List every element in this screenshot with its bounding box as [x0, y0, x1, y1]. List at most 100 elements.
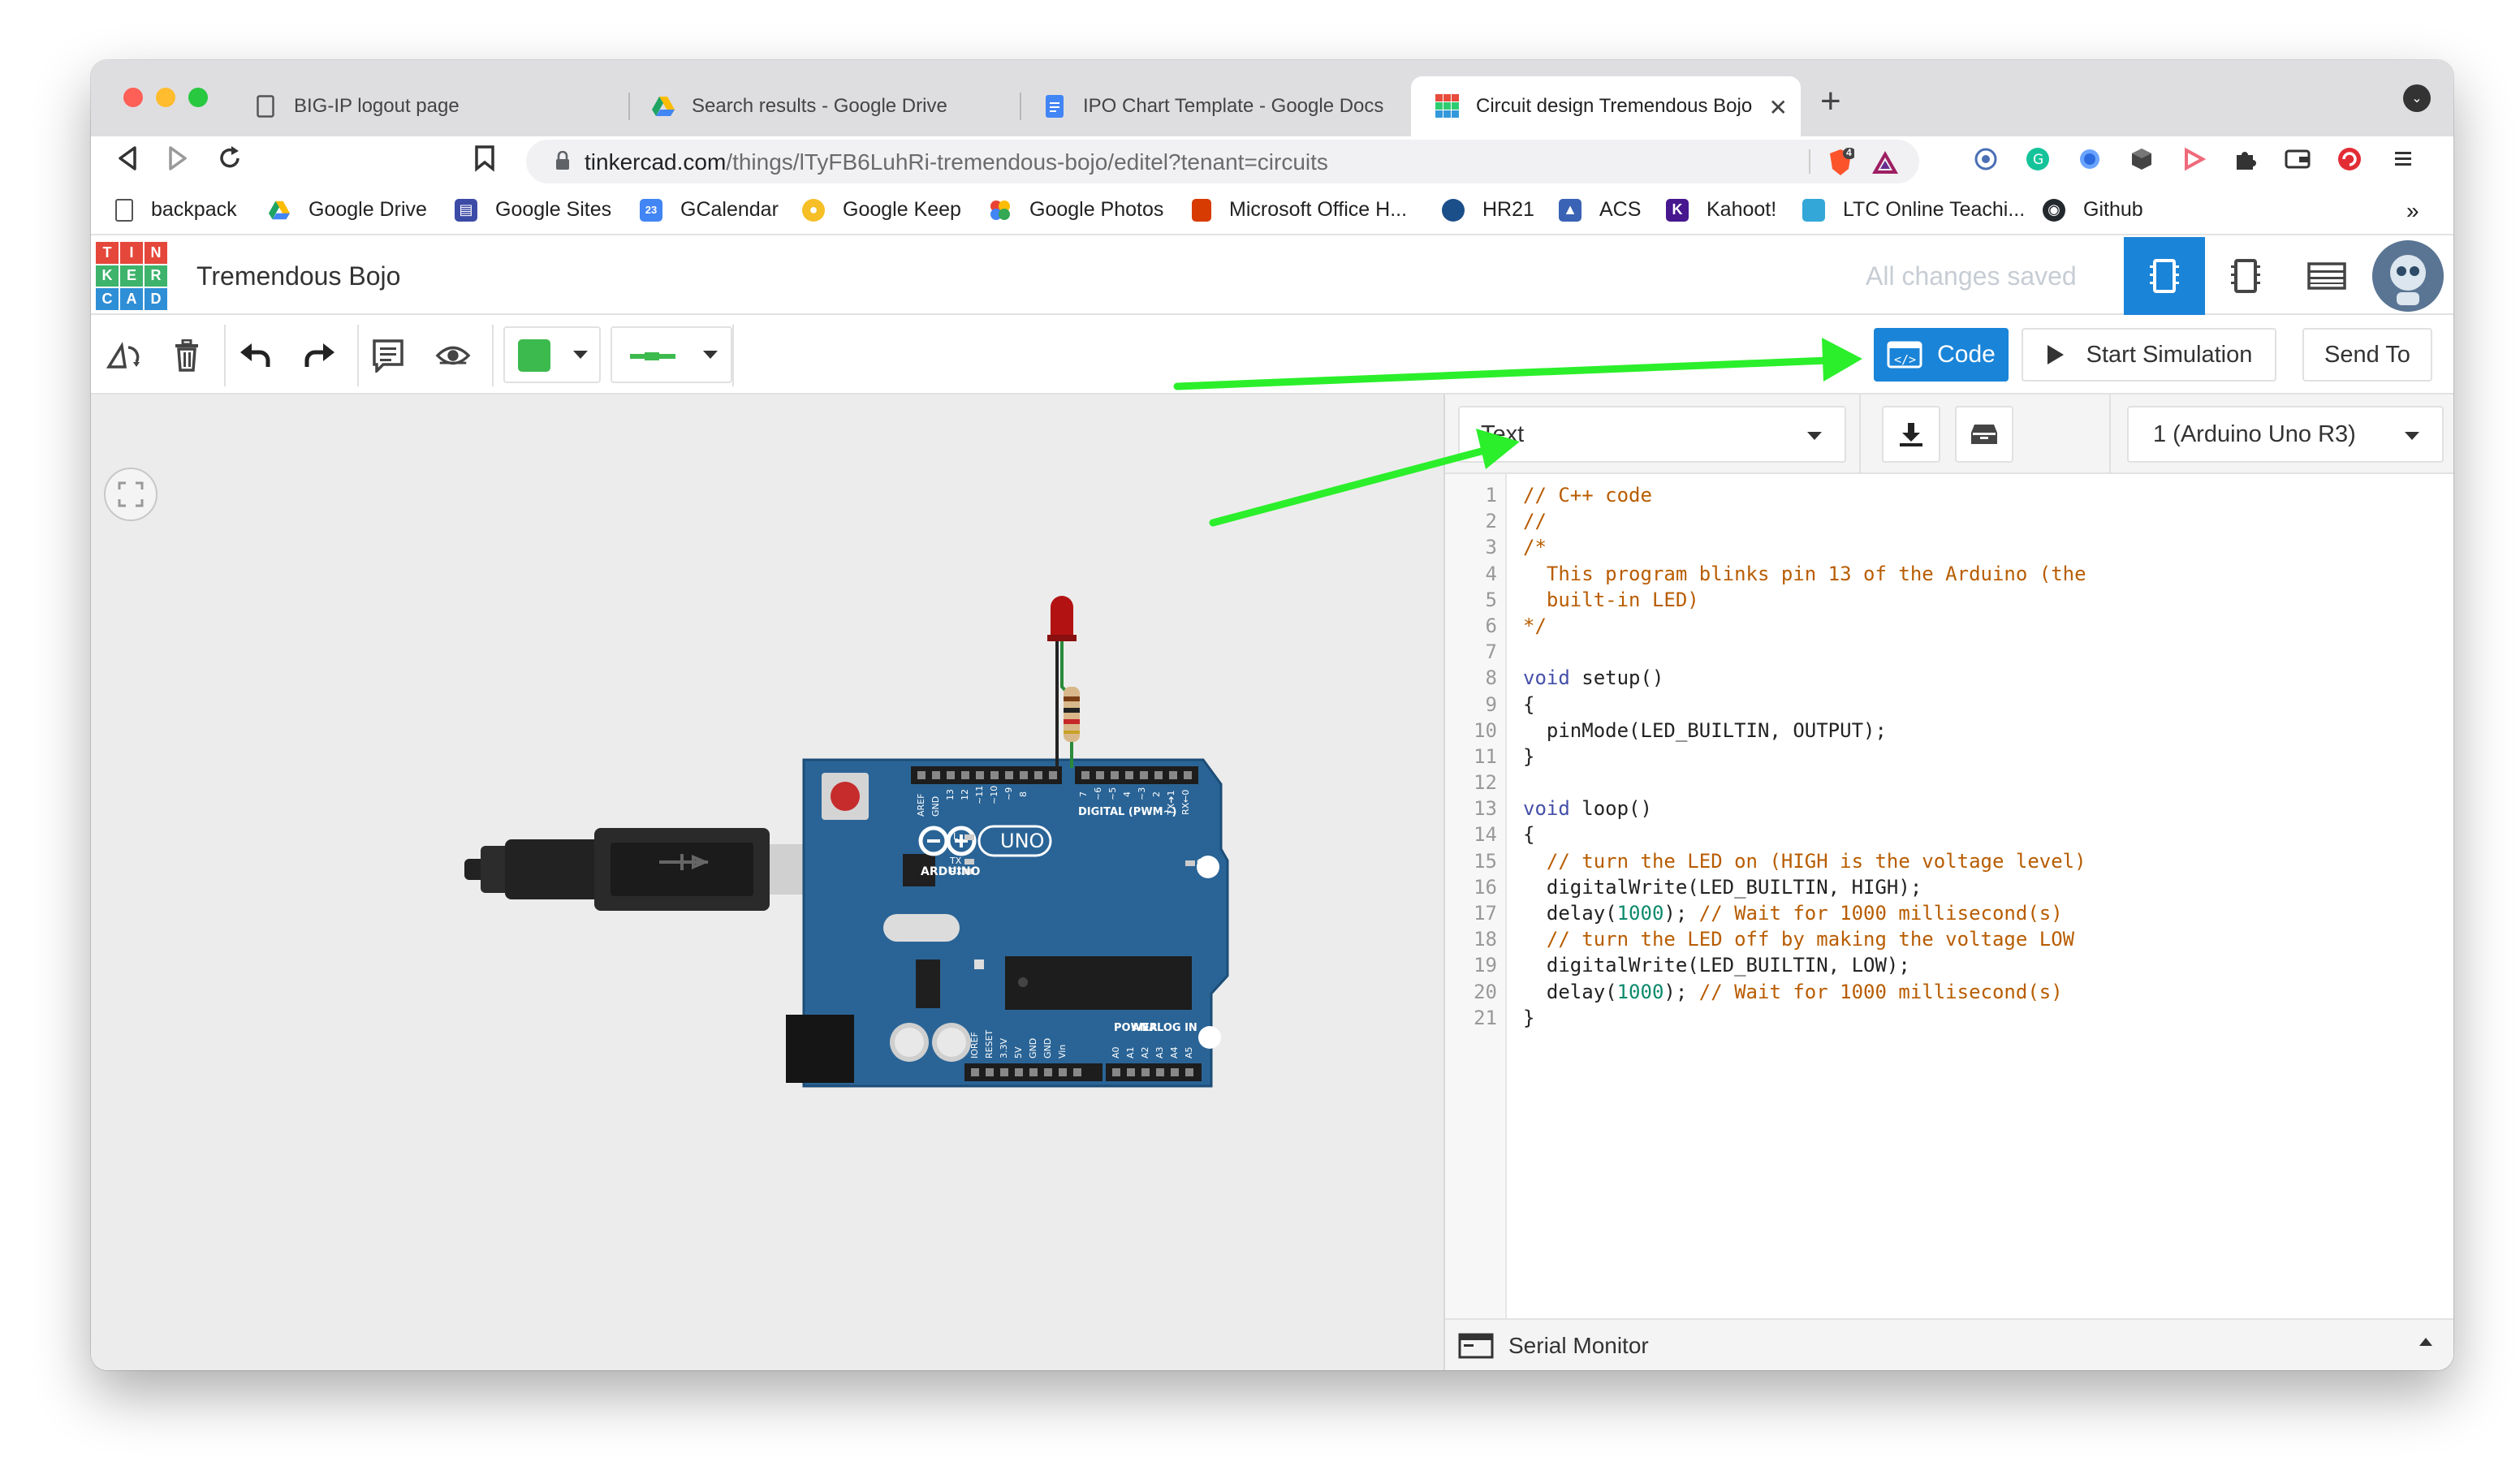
profile-swirl-icon[interactable]: [2335, 144, 2364, 174]
resistor-component[interactable]: [1064, 687, 1080, 742]
component-list-button[interactable]: [2286, 237, 2367, 315]
line-number: 14: [1474, 823, 1497, 847]
delete-trash-icon[interactable]: [169, 338, 205, 373]
url-text: tinkercad.com/things/lTyFB6LuhRi-tremend…: [585, 149, 1328, 175]
bookmark-github[interactable]: ◉ Github: [2043, 198, 2143, 222]
user-avatar[interactable]: [2372, 240, 2444, 312]
board-select[interactable]: 1 (Arduino Uno R3): [2127, 406, 2444, 463]
bookmark-gcalendar[interactable]: 23 GCalendar: [640, 198, 779, 222]
bookmark-ltc-online[interactable]: LTC Online Teachi...: [1802, 198, 2025, 222]
close-tab-icon[interactable]: ✕: [1769, 94, 1788, 121]
notes-icon[interactable]: [370, 338, 406, 373]
bookmark-kahoot[interactable]: K Kahoot!: [1666, 198, 1776, 222]
line-number: 10: [1474, 718, 1497, 742]
bookmark-acs[interactable]: ▲ ACS: [1559, 198, 1641, 222]
google-docs-icon: [1042, 94, 1067, 119]
code-line: 6 */: [1445, 613, 2453, 639]
logo-letter: E: [120, 265, 143, 287]
tab-search-chevron-icon[interactable]: ⌄: [2403, 84, 2431, 112]
line-number: 15: [1474, 849, 1497, 873]
bookmark-hr21[interactable]: HR21: [1442, 198, 1534, 222]
extension-cube-icon[interactable]: [2127, 144, 2156, 174]
pin-label: ~9: [1003, 787, 1014, 800]
bookmark-backpack[interactable]: backpack: [115, 198, 237, 222]
tab-title: Circuit design Tremendous Bojo: [1476, 95, 1753, 117]
code-text: delay(1000); // Wait for 1000 millisecon…: [1523, 902, 2063, 925]
on-label: ON: [1197, 857, 1210, 868]
wire-type-picker[interactable]: [611, 326, 732, 383]
tinkercad-logo[interactable]: T I N K E R C A D: [96, 242, 167, 310]
pin-label: 5V: [1013, 1046, 1024, 1059]
code-line: 8 void setup(): [1445, 665, 2453, 691]
led-component[interactable]: [1047, 596, 1077, 768]
line-number: 5: [1485, 588, 1497, 611]
wallet-icon[interactable]: [2283, 144, 2312, 174]
code-text: {: [1523, 823, 1535, 847]
brave-shield-icon[interactable]: 4: [1827, 147, 1856, 177]
start-simulation-button[interactable]: Start Simulation: [2022, 328, 2276, 382]
circuit-view-button[interactable]: [2124, 237, 2205, 315]
extension-play-icon[interactable]: [2179, 144, 2208, 174]
notes-visibility-eye-icon[interactable]: [435, 338, 471, 373]
pin-label: GND: [930, 796, 941, 817]
code-text: built-in LED): [1523, 588, 1699, 611]
minimize-window-icon[interactable]: [156, 88, 175, 107]
color-picker[interactable]: [503, 326, 601, 383]
new-tab-icon[interactable]: +: [1820, 81, 1841, 122]
bookmark-page-icon[interactable]: [474, 144, 495, 179]
serial-monitor-bar[interactable]: Serial Monitor: [1445, 1318, 2453, 1370]
undo-icon[interactable]: [237, 338, 273, 373]
forward-icon[interactable]: [166, 144, 190, 179]
rotate-icon[interactable]: [106, 338, 141, 373]
code-mode-value: Text: [1481, 421, 1525, 447]
lock-icon: [555, 150, 570, 170]
download-code-button[interactable]: [1882, 406, 1940, 463]
table-list-icon: [2307, 262, 2346, 290]
close-window-icon[interactable]: [123, 88, 143, 107]
pin-label: 12: [960, 789, 970, 800]
browser-menu-icon[interactable]: [2388, 144, 2418, 174]
chevron-up-icon[interactable]: [2419, 1338, 2432, 1346]
schematic-view-button[interactable]: [2205, 237, 2286, 315]
tx-label: TX: [949, 856, 962, 866]
bookmark-google-keep[interactable]: ● Google Keep: [802, 198, 961, 222]
code-line: 14 {: [1445, 821, 2453, 847]
extension-blue-circle-icon[interactable]: [2075, 144, 2104, 174]
redo-icon[interactable]: [302, 338, 338, 373]
bookmark-google-photos[interactable]: Google Photos: [989, 198, 1163, 222]
reload-icon[interactable]: [216, 144, 244, 179]
tab-google-docs[interactable]: IPO Chart Template - Google Docs: [1018, 76, 1408, 136]
libraries-button[interactable]: [1955, 406, 2013, 463]
toolbar-separator: [224, 325, 226, 386]
code-editor[interactable]: 1// C++ code 2//3/* 4 This program blinks …: [1445, 482, 2453, 1031]
brave-rewards-icon[interactable]: [1871, 149, 1900, 175]
extensions-puzzle-icon[interactable]: [2231, 144, 2260, 174]
pin-label: A3: [1154, 1046, 1165, 1059]
play-icon: [2047, 345, 2064, 364]
pin-label: A2: [1140, 1046, 1150, 1059]
calendar-icon: 23: [640, 198, 662, 222]
url-path: /things/lTyFB6LuhRi-tremendous-bojo/edit…: [726, 149, 1328, 175]
address-bar[interactable]: tinkercad.com/things/lTyFB6LuhRi-tremend…: [526, 140, 1919, 183]
code-button[interactable]: </> Code: [1874, 328, 2009, 382]
hr21-icon: [1442, 198, 1465, 222]
extension-1-icon[interactable]: [1971, 144, 2000, 174]
code-line: 17 delay(1000); // Wait for 1000 millise…: [1445, 900, 2453, 926]
bookmark-microsoft-office[interactable]: Microsoft Office H...: [1192, 198, 1407, 222]
bookmark-google-sites[interactable]: ▤ Google Sites: [455, 198, 611, 222]
tab-tinkercad[interactable]: Circuit design Tremendous Bojo ✕: [1411, 76, 1801, 136]
code-text: void loop(): [1523, 797, 1652, 821]
project-title[interactable]: Tremendous Bojo: [196, 261, 400, 291]
circuit-workspace[interactable]: DIGITAL (PWM~) UNO ARDUINO POWER ANALOG …: [91, 395, 1443, 1370]
bookmarks-overflow-button[interactable]: »: [2406, 198, 2419, 224]
code-mode-select[interactable]: Text: [1458, 406, 1846, 463]
send-to-button[interactable]: Send To: [2302, 328, 2432, 382]
bookmark-label: ACS: [1599, 198, 1642, 221]
tab-google-drive[interactable]: Search results - Google Drive: [627, 76, 1016, 136]
tab-big-ip[interactable]: BIG-IP logout page: [229, 76, 611, 136]
grammarly-icon[interactable]: G: [2023, 144, 2052, 174]
pin-label: Vin: [1057, 1045, 1068, 1059]
maximize-window-icon[interactable]: [188, 88, 208, 107]
bookmark-google-drive[interactable]: Google Drive: [268, 198, 427, 222]
back-icon[interactable]: [115, 144, 140, 179]
